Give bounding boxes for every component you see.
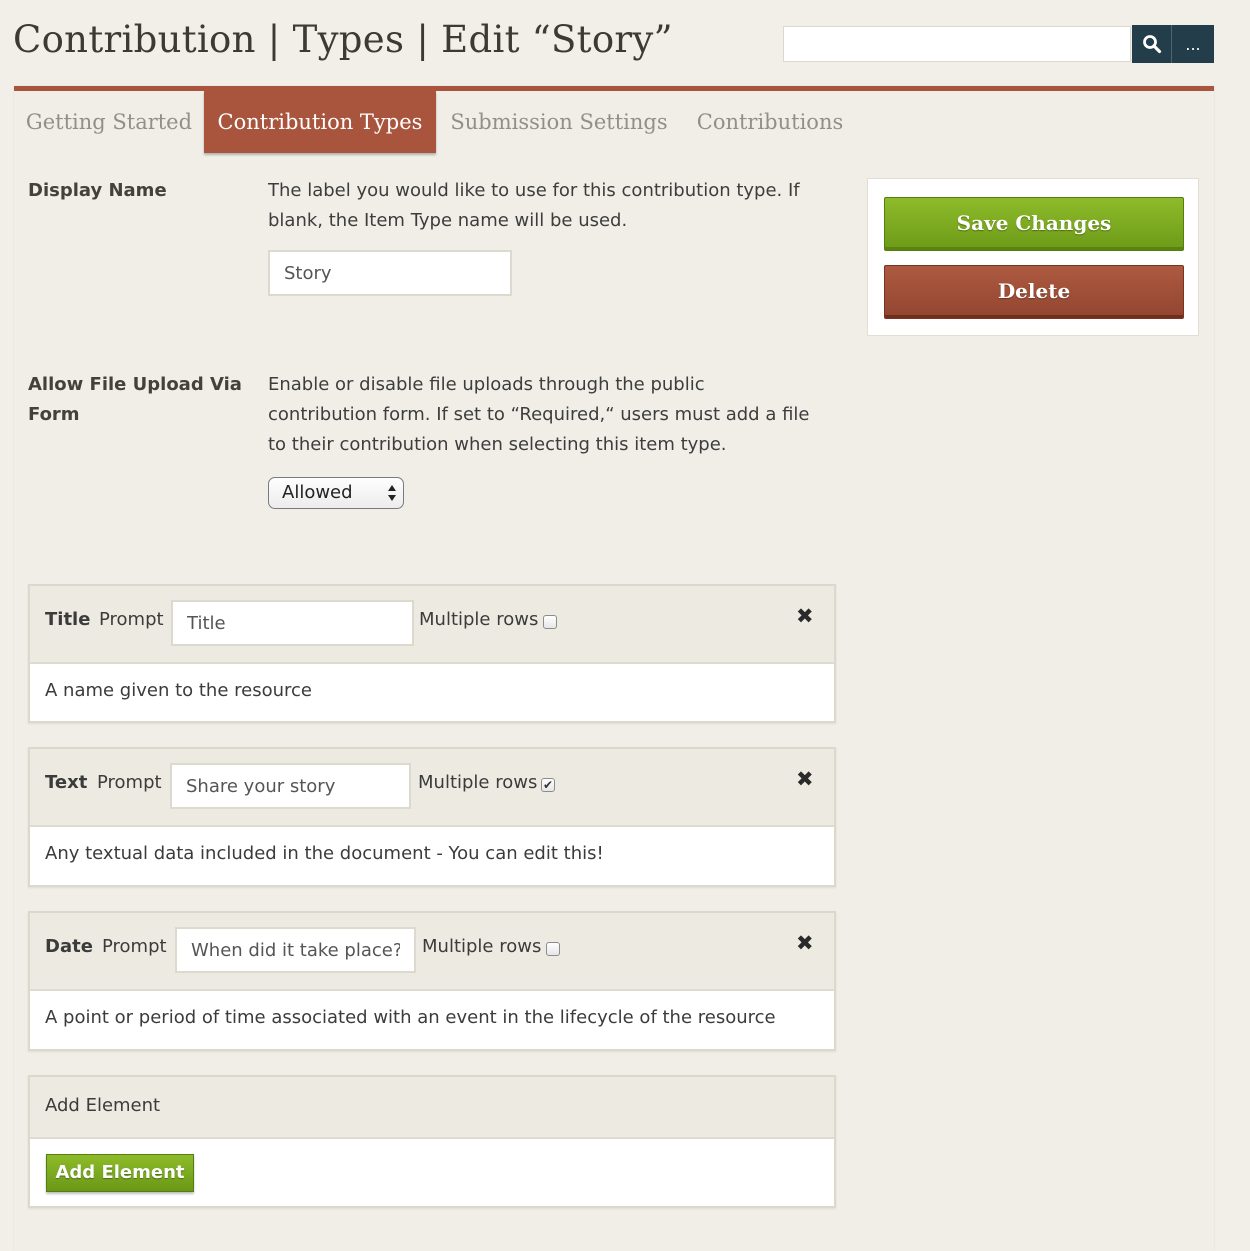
file-upload-label: Allow File Upload Via Form: [28, 374, 242, 425]
element-name: Text: [45, 772, 88, 793]
delete-button[interactable]: Delete: [884, 265, 1184, 319]
tab-contributions[interactable]: Contributions: [690, 91, 850, 153]
search-input[interactable]: [783, 26, 1131, 62]
display-name-input[interactable]: [268, 250, 512, 296]
remove-element-icon[interactable]: ✖: [796, 604, 814, 628]
element-header: Text Prompt Multiple rows ✔ ✖: [30, 749, 834, 827]
element-name: Title: [45, 609, 91, 630]
display-name-label: Display Name: [28, 180, 167, 201]
tab-contribution-types[interactable]: Contribution Types: [204, 91, 436, 153]
search-button[interactable]: [1132, 25, 1172, 63]
element-header: Date Prompt Multiple rows ✖: [30, 913, 834, 991]
multiple-rows-label: Multiple rows: [418, 772, 538, 793]
select-arrows-icon: [388, 485, 396, 501]
element-description: A point or period of time associated wit…: [45, 1007, 776, 1028]
tab-submission-settings[interactable]: Submission Settings: [444, 91, 674, 153]
prompt-label: Prompt: [99, 609, 164, 630]
add-element-box: Add Element Add Element: [28, 1075, 836, 1208]
page-title: Contribution | Types | Edit “Story”: [13, 18, 673, 61]
display-name-description: The label you would like to use for this…: [268, 180, 800, 231]
remove-element-icon[interactable]: ✖: [796, 767, 814, 791]
element-description: A name given to the resource: [45, 680, 312, 701]
element-date: Date Prompt Multiple rows ✖ A point or p…: [28, 911, 836, 1051]
search-icon: [1142, 35, 1161, 54]
element-text: Text Prompt Multiple rows ✔ ✖ Any textua…: [28, 747, 836, 887]
prompt-label: Prompt: [102, 936, 167, 957]
multiple-rows-checkbox[interactable]: [543, 615, 557, 629]
more-options-button[interactable]: ...: [1172, 25, 1214, 63]
actions-panel: Save Changes Delete: [867, 178, 1199, 336]
prompt-label: Prompt: [97, 772, 162, 793]
save-changes-button[interactable]: Save Changes: [884, 197, 1184, 251]
tab-getting-started[interactable]: Getting Started: [14, 91, 204, 153]
add-element-heading: Add Element: [45, 1095, 161, 1116]
add-element-header: Add Element: [30, 1077, 834, 1139]
main-panel: Getting Started Contribution Types Submi…: [14, 86, 1214, 1251]
file-upload-selected-value: Allowed: [282, 482, 353, 503]
file-upload-description: Enable or disable file uploads through t…: [268, 374, 810, 455]
multiple-rows-checkbox[interactable]: ✔: [541, 778, 555, 792]
element-header: Title Prompt Multiple rows ✖: [30, 586, 834, 664]
multiple-rows-label: Multiple rows: [422, 936, 542, 957]
multiple-rows-label: Multiple rows: [419, 609, 539, 630]
element-name: Date: [45, 936, 93, 957]
prompt-input[interactable]: [170, 763, 411, 809]
element-title: Title Prompt Multiple rows ✖ A name give…: [28, 584, 836, 723]
prompt-input[interactable]: [175, 927, 416, 973]
add-element-button[interactable]: Add Element: [46, 1154, 194, 1192]
element-description: Any textual data included in the documen…: [45, 843, 604, 864]
multiple-rows-checkbox[interactable]: [546, 942, 560, 956]
file-upload-select[interactable]: Allowed: [268, 477, 404, 509]
remove-element-icon[interactable]: ✖: [796, 931, 814, 955]
prompt-input[interactable]: [171, 600, 414, 646]
